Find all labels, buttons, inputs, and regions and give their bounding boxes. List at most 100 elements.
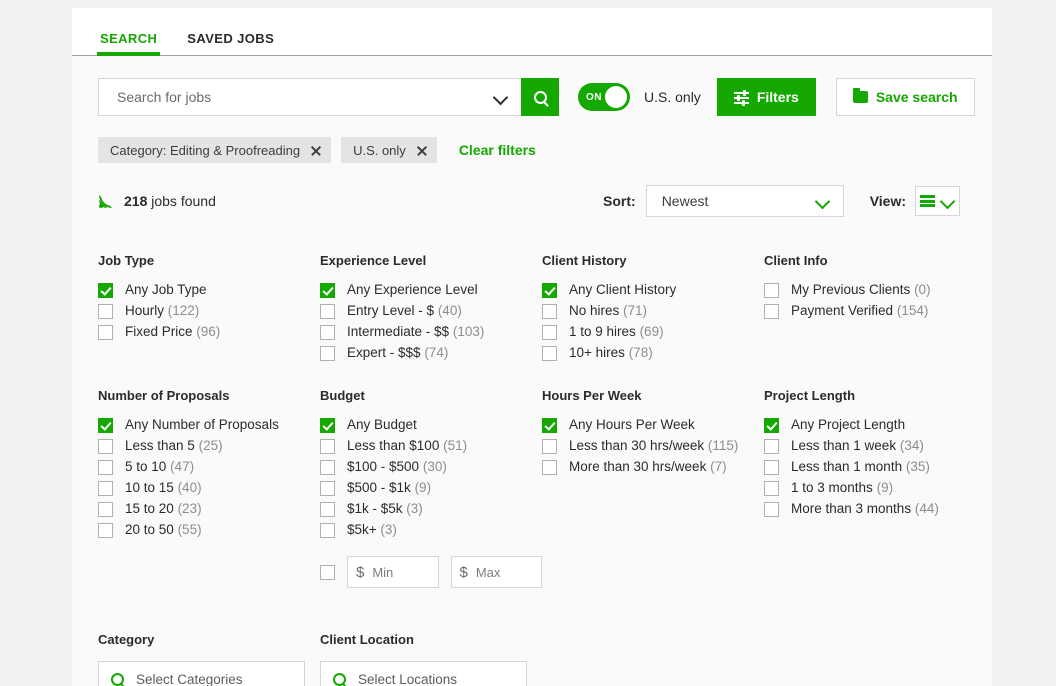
checkbox-fixed-price[interactable]: Fixed Price (96) <box>98 324 320 340</box>
checkbox-any-client-history[interactable]: Any Client History <box>542 282 764 298</box>
checkbox-box[interactable] <box>320 325 335 340</box>
checkbox-box[interactable] <box>98 460 113 475</box>
checkbox-100-to-500[interactable]: $100 - $500 (30) <box>320 459 542 475</box>
checkbox-less-than-1-week[interactable]: Less than 1 week (34) <box>764 438 986 454</box>
checkbox-no-hires[interactable]: No hires (71) <box>542 303 764 319</box>
checkbox-box[interactable] <box>542 460 557 475</box>
checkbox-box[interactable] <box>320 283 335 298</box>
save-search-button[interactable]: Save search <box>836 78 975 116</box>
checkbox-intermediate[interactable]: Intermediate - $$ (103) <box>320 324 542 340</box>
budget-min-input[interactable] <box>370 564 429 581</box>
checkbox-box[interactable] <box>98 418 113 433</box>
checkbox-budget-range[interactable] <box>320 565 335 580</box>
checkbox-box[interactable] <box>320 460 335 475</box>
filter-chip-category[interactable]: Category: Editing & Proofreading <box>98 137 331 163</box>
tab-search[interactable]: SEARCH <box>98 31 159 55</box>
checkbox-label: No hires (71) <box>569 303 647 319</box>
checkbox-box[interactable] <box>320 418 335 433</box>
checkbox-box[interactable] <box>98 439 113 454</box>
client-location-select[interactable]: Select Locations <box>320 661 527 686</box>
checkbox-less-than-1-month[interactable]: Less than 1 month (35) <box>764 459 986 475</box>
checkbox-any-experience-level[interactable]: Any Experience Level <box>320 282 542 298</box>
search-submit-button[interactable] <box>521 78 559 116</box>
checkbox-box[interactable] <box>98 523 113 538</box>
checkbox-5-to-10[interactable]: 5 to 10 (47) <box>98 459 320 475</box>
checkbox-any-budget[interactable]: Any Budget <box>320 417 542 433</box>
chevron-down-icon[interactable] <box>493 89 509 105</box>
checkbox-box[interactable] <box>764 460 779 475</box>
checkbox-payment-verified[interactable]: Payment Verified (154) <box>764 303 986 319</box>
checkbox-box[interactable] <box>764 439 779 454</box>
us-only-toggle[interactable]: ON <box>578 83 630 111</box>
budget-max-input[interactable] <box>474 564 533 581</box>
checkbox-any-job-type[interactable]: Any Job Type <box>98 282 320 298</box>
checkbox-5k-plus[interactable]: $5k+ (3) <box>320 522 542 538</box>
checkbox-more-than-30-hrs[interactable]: More than 30 hrs/week (7) <box>542 459 764 475</box>
checkbox-box[interactable] <box>98 304 113 319</box>
checkbox-1k-to-5k[interactable]: $1k - $5k (3) <box>320 501 542 517</box>
checkbox-box[interactable] <box>542 304 557 319</box>
checkbox-my-previous-clients[interactable]: My Previous Clients (0) <box>764 282 986 298</box>
sort-select[interactable]: Newest <box>646 185 844 217</box>
filter-group-client-location: Client Location Select Locations <box>320 632 542 686</box>
tab-saved-jobs[interactable]: SAVED JOBS <box>185 31 276 55</box>
checkbox-any-number-of-proposals[interactable]: Any Number of Proposals <box>98 417 320 433</box>
checkbox-box[interactable] <box>764 304 779 319</box>
checkbox-any-project-length[interactable]: Any Project Length <box>764 417 986 433</box>
checkbox-box[interactable] <box>98 325 113 340</box>
checkbox-box[interactable] <box>542 418 557 433</box>
checkbox-500-to-1k[interactable]: $500 - $1k (9) <box>320 480 542 496</box>
view-select[interactable] <box>915 186 960 216</box>
checkbox-less-than-100[interactable]: Less than $100 (51) <box>320 438 542 454</box>
checkbox-10-to-15[interactable]: 10 to 15 (40) <box>98 480 320 496</box>
filter-group-budget: Budget Any Budget Less than $100 (51) $1… <box>320 388 542 588</box>
checkbox-box[interactable] <box>320 346 335 361</box>
close-icon[interactable] <box>416 145 427 156</box>
checkbox-1-to-9-hires[interactable]: 1 to 9 hires (69) <box>542 324 764 340</box>
category-select[interactable]: Select Categories <box>98 661 305 686</box>
budget-max-field[interactable]: $ <box>451 556 543 588</box>
checkbox-label: Intermediate - $$ (103) <box>347 324 484 340</box>
checkbox-any-hours-per-week[interactable]: Any Hours Per Week <box>542 417 764 433</box>
close-icon[interactable] <box>310 145 321 156</box>
checkbox-hourly[interactable]: Hourly (122) <box>98 303 320 319</box>
checkbox-box[interactable] <box>320 439 335 454</box>
checkbox-label: $500 - $1k (9) <box>347 480 431 496</box>
checkbox-box[interactable] <box>320 304 335 319</box>
checkbox-1-to-3-months[interactable]: 1 to 3 months (9) <box>764 480 986 496</box>
checkbox-label: $1k - $5k (3) <box>347 501 423 517</box>
checkbox-box[interactable] <box>764 502 779 517</box>
filters-button[interactable]: Filters <box>717 78 816 116</box>
checkbox-box[interactable] <box>98 481 113 496</box>
checkbox-box[interactable] <box>764 418 779 433</box>
checkbox-box[interactable] <box>98 502 113 517</box>
checkbox-box[interactable] <box>542 283 557 298</box>
checkbox-more-than-3-months[interactable]: More than 3 months (44) <box>764 501 986 517</box>
clear-filters-link[interactable]: Clear filters <box>459 142 536 158</box>
checkbox-less-than-30-hrs[interactable]: Less than 30 hrs/week (115) <box>542 438 764 454</box>
checkbox-less-than-5[interactable]: Less than 5 (25) <box>98 438 320 454</box>
checkbox-box[interactable] <box>764 481 779 496</box>
checkbox-15-to-20[interactable]: 15 to 20 (23) <box>98 501 320 517</box>
checkbox-20-to-50[interactable]: 20 to 50 (55) <box>98 522 320 538</box>
checkbox-box[interactable] <box>320 523 335 538</box>
checkbox-box[interactable] <box>320 481 335 496</box>
checkbox-box[interactable] <box>542 325 557 340</box>
search-field[interactable] <box>98 78 521 116</box>
checkbox-box[interactable] <box>764 283 779 298</box>
checkbox-expert[interactable]: Expert - $$$ (74) <box>320 345 542 361</box>
checkbox-entry-level[interactable]: Entry Level - $ (40) <box>320 303 542 319</box>
checkbox-box[interactable] <box>98 283 113 298</box>
checkbox-10-plus-hires[interactable]: 10+ hires (78) <box>542 345 764 361</box>
rss-icon[interactable] <box>98 193 114 209</box>
group-title: Number of Proposals <box>98 388 320 403</box>
checkbox-box[interactable] <box>320 502 335 517</box>
budget-min-field[interactable]: $ <box>347 556 439 588</box>
option-count: (7) <box>710 459 727 474</box>
filter-chip-us-only[interactable]: U.S. only <box>341 137 437 163</box>
checkbox-label: 5 to 10 (47) <box>125 459 194 475</box>
checkbox-box[interactable] <box>542 439 557 454</box>
checkbox-box[interactable] <box>542 346 557 361</box>
search-input[interactable] <box>115 88 493 106</box>
option-count: (34) <box>900 438 924 453</box>
